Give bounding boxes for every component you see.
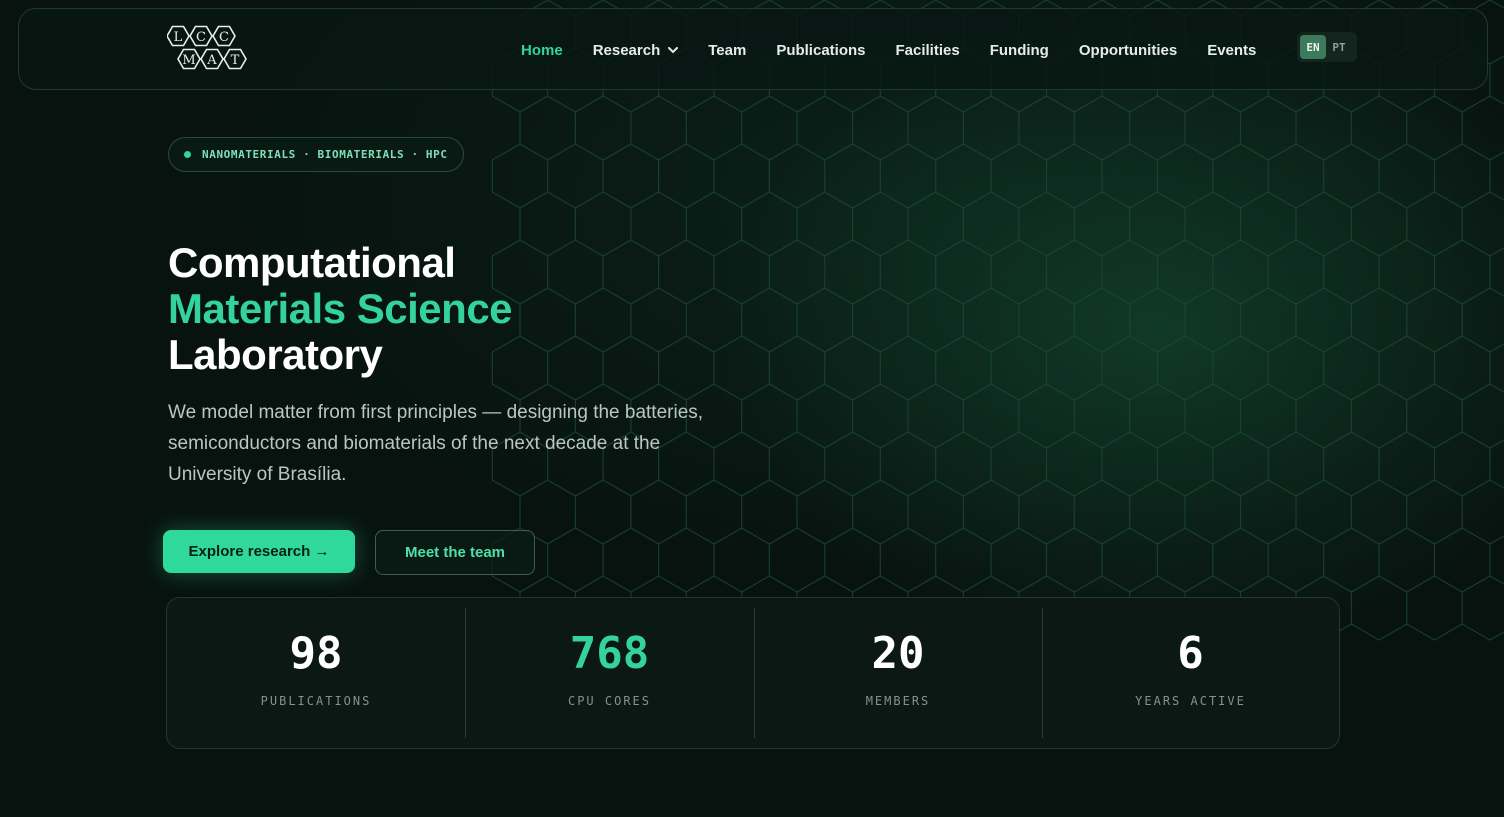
language-switcher: EN PT <box>1297 32 1357 62</box>
stat-members: 20 MEMBERS <box>754 598 1042 748</box>
logo-letter: L <box>174 30 183 45</box>
nav-funding[interactable]: Funding <box>990 42 1049 59</box>
lccmat-logo[interactable]: L C CM A T <box>167 24 255 74</box>
logo-letter: A <box>206 53 217 68</box>
stat-label: YEARS ACTIVE <box>1135 694 1246 708</box>
stats-panel: 98 PUBLICATIONS 768 CPU CORES 20 MEMBERS… <box>166 597 1340 749</box>
stat-value: 768 <box>569 628 650 679</box>
stat-publications: 98 PUBLICATIONS <box>167 598 465 748</box>
logo-letter: C <box>219 30 229 45</box>
meet-team-button[interactable]: Meet the team <box>375 530 535 575</box>
hero-description: We model matter from first principles — … <box>168 402 704 485</box>
nav-research[interactable]: Research <box>593 42 679 59</box>
stat-value: 98 <box>289 628 343 679</box>
top-navbar: LCCMAT Home Research Team Publications F… <box>18 8 1488 90</box>
logo-letter: M <box>182 53 195 68</box>
stat-cpu-cores: 768 CPU CORES <box>465 598 754 748</box>
stat-label: PUBLICATIONS <box>260 694 372 708</box>
main-nav: Home Research Team Publications Faciliti… <box>521 9 1286 91</box>
explore-research-button[interactable]: Explore research → <box>163 530 355 573</box>
hero-title-line3: Laboratory <box>168 331 383 378</box>
nav-opportunities[interactable]: Opportunities <box>1079 42 1177 59</box>
lang-pt-button[interactable]: PT <box>1326 35 1352 59</box>
hero-title: Computational Materials Science Laborato… <box>168 239 513 378</box>
research-tags-pill: NANOMATERIALS · BIOMATERIALS · HPC <box>168 137 464 172</box>
stat-label: CPU CORES <box>567 694 652 708</box>
lang-en-button[interactable]: EN <box>1300 35 1326 59</box>
logo-letter: T <box>231 53 240 68</box>
nav-publications[interactable]: Publications <box>776 42 865 59</box>
stat-label: MEMBERS <box>865 694 931 708</box>
nav-facilities[interactable]: Facilities <box>896 42 960 59</box>
stat-years-active: 6 YEARS ACTIVE <box>1042 598 1339 748</box>
stat-value: 6 <box>1177 628 1204 679</box>
status-dot-icon <box>184 151 191 158</box>
chevron-down-icon <box>668 46 679 53</box>
hero-title-line2: Materials Science <box>168 285 513 332</box>
nav-events[interactable]: Events <box>1207 42 1256 59</box>
stat-value: 20 <box>871 628 925 679</box>
nav-team[interactable]: Team <box>708 42 746 59</box>
research-tags: NANOMATERIALS · BIOMATERIALS · HPC <box>202 148 448 161</box>
logo-letter: C <box>196 30 206 45</box>
hero-title-line1: Computational <box>168 239 456 286</box>
nav-home[interactable]: Home <box>521 42 563 59</box>
